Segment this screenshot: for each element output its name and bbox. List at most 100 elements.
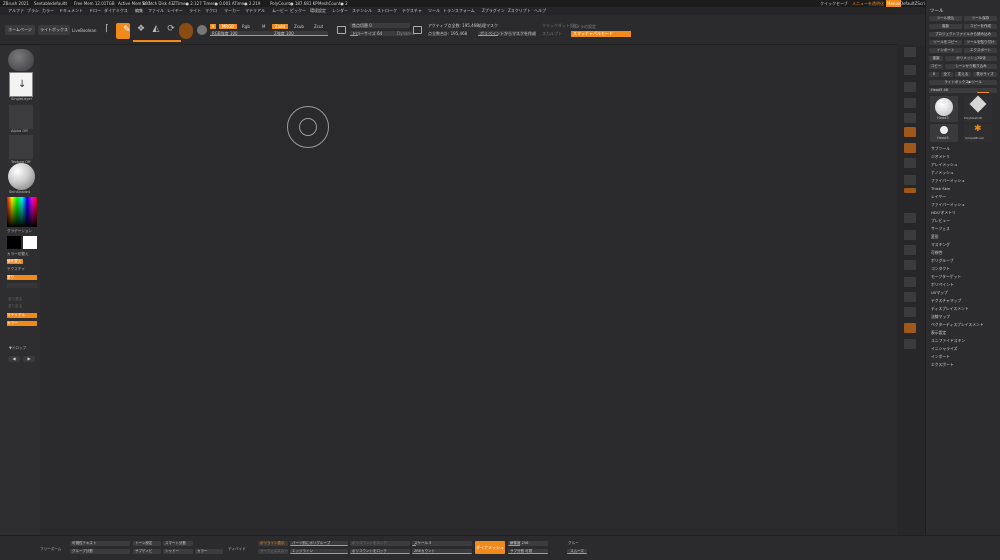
zcut-button[interactable]: Zcut xyxy=(314,24,323,29)
lightbox-button[interactable]: ライトボックス xyxy=(38,25,70,35)
menu-item[interactable]: ムービー xyxy=(272,7,288,15)
copy-small-button[interactable]: コピー xyxy=(929,64,943,69)
sculpt-label[interactable]: スカルプト xyxy=(542,31,562,37)
zsub-button[interactable]: Zsub xyxy=(294,24,304,29)
tool-thumb-polymesh[interactable]: PolyMesh3D xyxy=(964,95,992,122)
group-button[interactable]: グルー xyxy=(568,541,579,546)
ghost-icon[interactable] xyxy=(904,307,916,317)
menu-item[interactable]: トランスフォーム xyxy=(443,7,475,15)
menu-item[interactable]: レンダー xyxy=(332,7,348,15)
group-split-button[interactable]: グループ分割 xyxy=(70,549,130,554)
texture-icon[interactable] xyxy=(9,135,33,159)
move-mode-button[interactable]: ❖ xyxy=(135,24,147,38)
subdivide-mode-button[interactable]: スマッチャパルモード xyxy=(571,31,631,37)
freeze-zoom-label[interactable]: フリーズーム xyxy=(40,547,61,552)
all-button[interactable]: 全て xyxy=(941,72,953,77)
sym-icon[interactable] xyxy=(904,188,916,193)
a-button[interactable]: A xyxy=(210,24,216,29)
resolution-slider[interactable]: 解像度 256 xyxy=(508,541,548,546)
prev-arrow-button[interactable]: ◀ xyxy=(8,356,20,362)
quicksave-button[interactable]: クイックセーブ xyxy=(820,0,848,7)
polyframe-button[interactable]: ポリライン表示 xyxy=(258,541,288,546)
solo-icon[interactable] xyxy=(904,323,916,333)
menu-item[interactable]: ステンシル xyxy=(352,7,372,15)
dynamesh-button[interactable]: ダイナメッシュ xyxy=(475,541,505,554)
fill-object-button[interactable]: 塗り吉る xyxy=(8,304,22,309)
transparency-toggle[interactable]: メニューを透明化 xyxy=(852,0,884,7)
subpalette-item[interactable]: テクスチャマップ xyxy=(931,298,961,304)
menu-item[interactable]: ピックー xyxy=(290,7,306,15)
shadow-button[interactable]: シャドー xyxy=(163,549,193,554)
home-page-button[interactable]: ホームページ xyxy=(5,25,35,35)
make-copy-button[interactable]: コピーを作成 xyxy=(964,24,997,29)
subpalette-item[interactable]: ディスプレイスメント xyxy=(931,306,969,312)
visibility-text-button[interactable]: 可視性テキスト xyxy=(70,541,130,546)
export-button[interactable]: エクスポート xyxy=(964,48,997,53)
lightbox-tools-button[interactable]: ライトボックス▶ツール xyxy=(929,80,997,85)
subpalette-item[interactable]: マスキング xyxy=(931,242,950,248)
r-button[interactable]: R xyxy=(929,72,939,77)
subpalette-item[interactable]: 変形 xyxy=(931,234,939,240)
subpalette-item[interactable]: サブツール xyxy=(931,146,950,152)
menu-item[interactable]: Zプラグイン xyxy=(482,7,505,15)
scale-mode-button[interactable]: ◭ xyxy=(150,24,162,38)
local-symmetry-label[interactable]: カメラの設定 xyxy=(572,24,596,30)
material-toggle[interactable]: マテリアル xyxy=(7,313,37,318)
subpalette-item[interactable]: アレイメッシュ xyxy=(931,162,958,168)
smooth-slider[interactable]: スムーズ xyxy=(567,549,587,554)
subpalette-item[interactable]: 可視性 xyxy=(931,250,942,256)
subpalette-item[interactable]: モーフターゲット xyxy=(931,274,961,280)
rotate-icon[interactable] xyxy=(904,260,916,270)
polygroups-by-parts-button[interactable]: パーツ別にポリグループ xyxy=(290,541,348,546)
menu-item[interactable]: ヘルプ xyxy=(534,7,546,15)
focal-shift-slider[interactable]: 焦点切替 0 xyxy=(350,23,410,28)
scroll-icon[interactable] xyxy=(904,65,916,75)
copy-tool-button[interactable]: ツールをコピー xyxy=(929,40,962,45)
subpalette-item[interactable]: インポート xyxy=(931,354,950,360)
menu-item[interactable]: Zスクリプト xyxy=(508,7,531,15)
clone-button[interactable]: 複製 xyxy=(929,24,962,29)
actual-icon[interactable] xyxy=(904,98,916,108)
clone-small-button[interactable]: 複製 xyxy=(929,56,943,61)
surface-smooth-button[interactable]: サーフェススムーズ xyxy=(258,549,288,554)
material-icon[interactable] xyxy=(8,163,35,190)
xyz-icon[interactable] xyxy=(904,175,916,185)
subpalette-item[interactable]: プレビュー xyxy=(931,218,950,224)
switch-color-button[interactable]: カラー切替え xyxy=(7,252,29,257)
floor-icon[interactable] xyxy=(904,143,916,153)
subpalette-item[interactable]: Thick Skin xyxy=(931,186,950,191)
stroke-icon[interactable]: ↓ xyxy=(9,72,33,97)
subdivide-visible-slider[interactable]: サブ分割 可視 xyxy=(508,549,548,554)
tone-settings-button[interactable]: トーン設定 xyxy=(133,541,161,546)
menu-item[interactable]: 環境設定 xyxy=(310,7,326,15)
aahalf-icon[interactable] xyxy=(904,113,916,123)
next-arrow-button[interactable]: ▶ xyxy=(23,356,35,362)
menu-item[interactable]: アルファ xyxy=(8,7,24,15)
subpalette-item[interactable]: コンタクト xyxy=(931,266,950,272)
subpalette-item[interactable]: ベクターディスプレイスメント xyxy=(931,322,984,328)
move-icon[interactable] xyxy=(904,230,916,240)
edit-icon[interactable]: ⌈ xyxy=(101,24,113,38)
alternate-button[interactable]: 値を替え xyxy=(7,259,23,264)
zadd-button[interactable]: Zadd xyxy=(272,24,288,29)
liveboolean-button[interactable]: LiveBoolean xyxy=(72,28,96,33)
zoom3d-icon[interactable] xyxy=(904,245,916,255)
transp-icon[interactable] xyxy=(904,292,916,302)
load-tool-button[interactable]: ツール読込 xyxy=(929,16,962,21)
color-toggle[interactable]: カラー xyxy=(7,321,37,326)
menu-item[interactable]: ブラシ xyxy=(27,7,39,15)
menu-item[interactable]: マーカー xyxy=(224,7,240,15)
menu-item[interactable]: マクロ xyxy=(205,7,217,15)
color-button[interactable]: カラー xyxy=(195,549,223,554)
fill-button[interactable]: 塗り xyxy=(7,275,37,280)
subpalette-item[interactable]: ポリペイント xyxy=(931,282,954,288)
menu-item[interactable]: ライト xyxy=(189,7,201,15)
subpalette-item[interactable]: 表示設定 xyxy=(931,330,946,336)
menu-item[interactable]: カラー xyxy=(42,7,54,15)
material-sphere-icon[interactable] xyxy=(179,23,193,39)
shade-sphere-icon[interactable] xyxy=(197,25,207,35)
alpha-icon[interactable] xyxy=(9,105,33,129)
linefill-icon[interactable] xyxy=(904,277,916,287)
menu-item[interactable]: ツール xyxy=(428,7,440,15)
save-tool-button[interactable]: ツール保存 xyxy=(964,16,997,21)
